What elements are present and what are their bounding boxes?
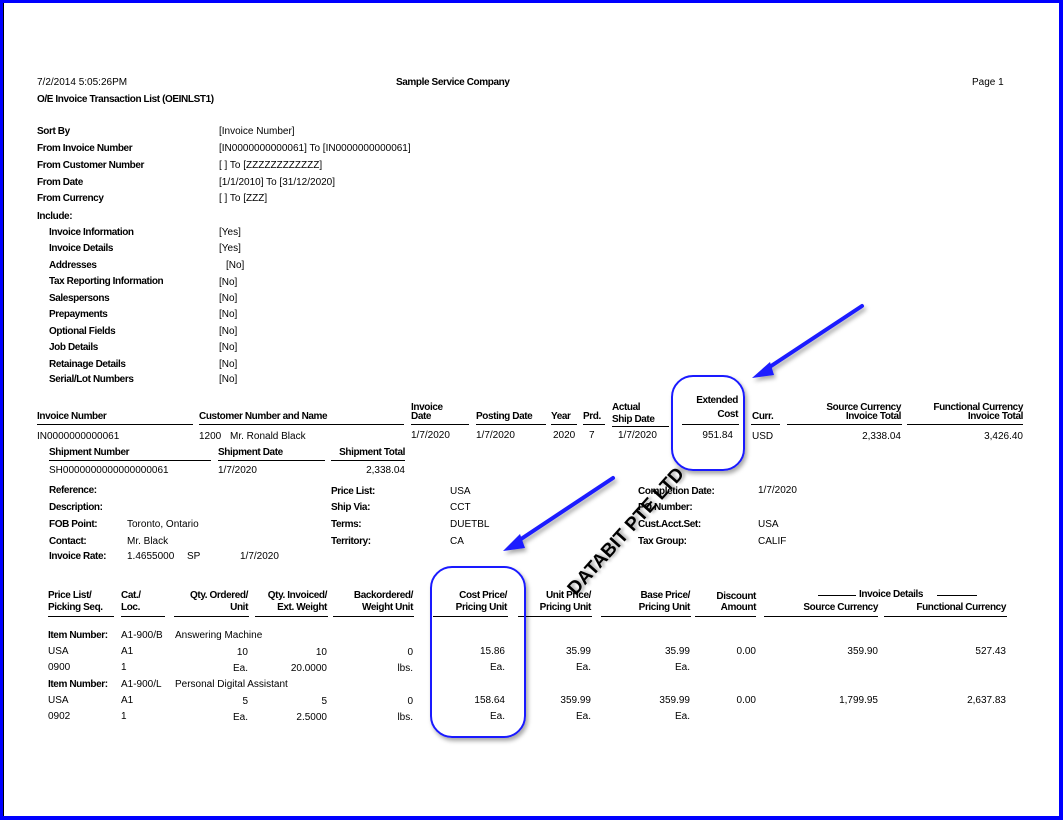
arrow-icon — [503, 476, 615, 551]
annotation-arrows — [503, 304, 864, 551]
arrow-icon — [752, 304, 864, 378]
